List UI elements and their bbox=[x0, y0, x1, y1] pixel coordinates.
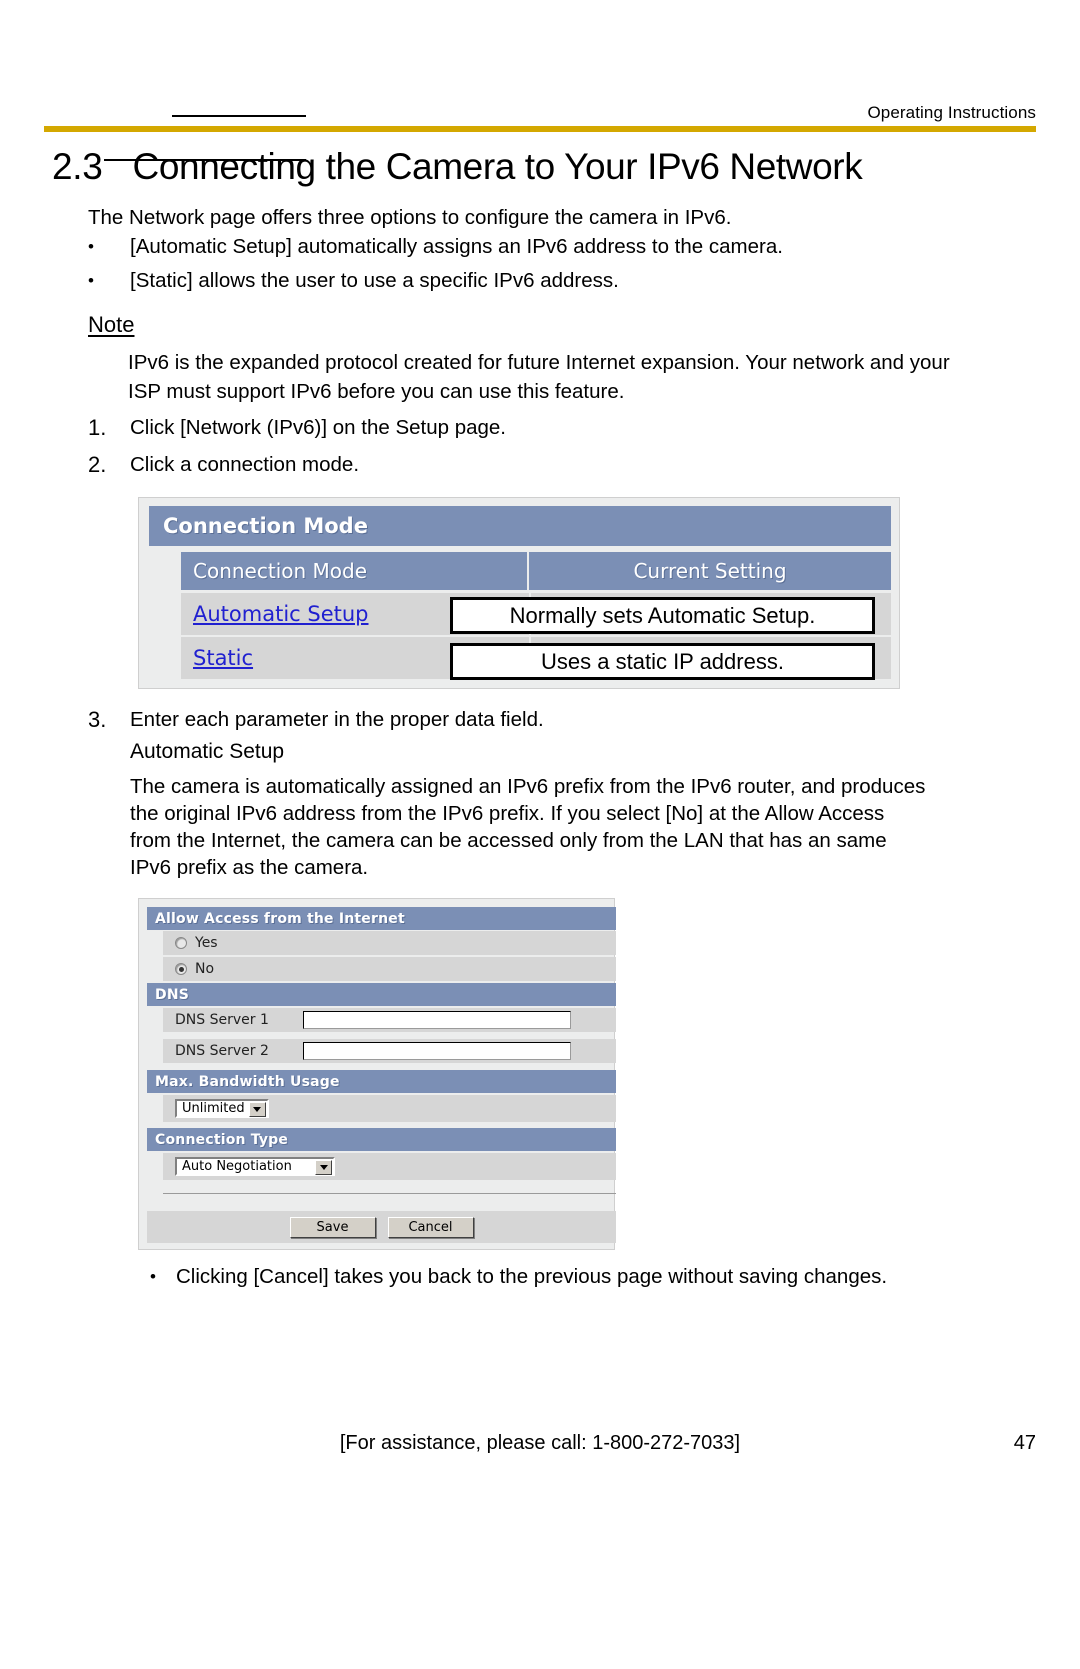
closing-list-item: • Clicking [Cancel] takes you back to th… bbox=[150, 1262, 1010, 1291]
step-item: 1. Click [Network (IPv6)] on the Setup p… bbox=[88, 413, 988, 442]
form-button-bar: Save Cancel bbox=[147, 1211, 616, 1243]
running-header: Operating Instructions bbox=[867, 103, 1036, 122]
field-row-dns2: DNS Server 2 bbox=[163, 1039, 616, 1063]
step-item: 3. Enter each parameter in the proper da… bbox=[88, 705, 988, 734]
radio-no-icon[interactable] bbox=[175, 963, 187, 975]
dropdown-connection-type-value: Auto Negotiation bbox=[182, 1159, 292, 1174]
callout-automatic-setup: Normally sets Automatic Setup. bbox=[450, 597, 875, 634]
section-header-bandwidth: Max. Bandwidth Usage bbox=[147, 1070, 616, 1093]
label-dns-server-2: DNS Server 2 bbox=[163, 1039, 297, 1063]
input-dns-server-2[interactable] bbox=[303, 1042, 571, 1060]
section-header-connection-type: Connection Type bbox=[147, 1128, 616, 1151]
radio-yes-icon[interactable] bbox=[175, 937, 187, 949]
header-rule bbox=[44, 126, 1036, 132]
label-dns-server-1: DNS Server 1 bbox=[163, 1008, 297, 1032]
bandwidth-row: Unlimited bbox=[163, 1095, 616, 1122]
bullet-icon: • bbox=[88, 271, 94, 290]
column-header-current: Current Setting bbox=[633, 559, 787, 583]
callout-leader-line bbox=[172, 115, 306, 117]
connection-mode-title: Connection Mode bbox=[149, 506, 891, 546]
input-wrap-dns1 bbox=[297, 1008, 616, 1032]
bullet-icon: • bbox=[88, 237, 94, 256]
settings-form-screenshot: Allow Access from the Internet Yes No DN… bbox=[138, 898, 616, 1250]
closing-list-item-text: Clicking [Cancel] takes you back to the … bbox=[176, 1265, 888, 1288]
callout-leader-line bbox=[104, 159, 306, 161]
footer-assistance: [For assistance, please call: 1-800-272-… bbox=[339, 1432, 741, 1454]
section-header-dns: DNS bbox=[147, 983, 616, 1006]
list-item-text: [Automatic Setup] automatically assigns … bbox=[130, 235, 783, 258]
document-page: Operating Instructions 2.3 Connecting th… bbox=[0, 0, 1080, 1669]
dropdown-bandwidth[interactable]: Unlimited bbox=[175, 1099, 269, 1118]
step3-subheading: Automatic Setup bbox=[130, 740, 285, 763]
radio-no-label: No bbox=[195, 961, 215, 977]
divider bbox=[163, 1193, 616, 1194]
connection-type-row: Auto Negotiation bbox=[163, 1153, 616, 1180]
column-header-mode: Connection Mode bbox=[181, 552, 529, 590]
step-number: 2. bbox=[88, 452, 107, 477]
field-row-dns1: DNS Server 1 bbox=[163, 1008, 616, 1032]
chevron-down-icon[interactable] bbox=[315, 1159, 332, 1175]
step-text: Click a connection mode. bbox=[130, 453, 360, 476]
list-item-text: [Static] allows the user to use a specif… bbox=[130, 269, 619, 292]
step-number: 1. bbox=[88, 415, 107, 440]
step-item: 2. Click a connection mode. bbox=[88, 450, 988, 479]
bullet-icon: • bbox=[150, 1267, 156, 1286]
chevron-down-icon[interactable] bbox=[248, 1101, 266, 1117]
note-body: IPv6 is the expanded protocol created fo… bbox=[128, 351, 950, 403]
section-title: Connecting the Camera to Your IPv6 Netwo… bbox=[132, 146, 863, 187]
save-button[interactable]: Save bbox=[289, 1216, 376, 1238]
cancel-button[interactable]: Cancel bbox=[387, 1216, 474, 1238]
radio-row-no[interactable]: No bbox=[163, 957, 616, 981]
list-item: • [Static] allows the user to use a spec… bbox=[88, 266, 988, 295]
section-header-allow-access: Allow Access from the Internet bbox=[147, 907, 616, 930]
step3-paragraph: The camera is automatically assigned an … bbox=[130, 775, 926, 879]
radio-row-yes[interactable]: Yes bbox=[163, 931, 616, 955]
dropdown-bandwidth-value: Unlimited bbox=[182, 1101, 245, 1116]
list-item: • [Automatic Setup] automatically assign… bbox=[88, 232, 988, 261]
page-title: 2.3 Connecting the Camera to Your IPv6 N… bbox=[52, 146, 1032, 188]
connection-mode-table-header: Connection Mode Current Setting bbox=[181, 552, 891, 590]
dropdown-connection-type[interactable]: Auto Negotiation bbox=[175, 1157, 335, 1176]
link-automatic-setup[interactable]: Automatic Setup bbox=[181, 602, 369, 626]
step-number: 3. bbox=[88, 707, 107, 732]
intro-paragraph: The Network page offers three options to… bbox=[88, 206, 732, 229]
callout-static: Uses a static IP address. bbox=[450, 643, 875, 680]
input-dns-server-1[interactable] bbox=[303, 1011, 571, 1029]
section-number: 2.3 bbox=[52, 146, 103, 187]
input-wrap-dns2 bbox=[297, 1039, 616, 1063]
note-heading: Note bbox=[88, 312, 135, 337]
step-text: Enter each parameter in the proper data … bbox=[130, 708, 544, 731]
page-number: 47 bbox=[1013, 1432, 1036, 1454]
link-static[interactable]: Static bbox=[181, 646, 253, 670]
radio-yes-label: Yes bbox=[195, 935, 218, 951]
step-text: Click [Network (IPv6)] on the Setup page… bbox=[130, 416, 507, 439]
